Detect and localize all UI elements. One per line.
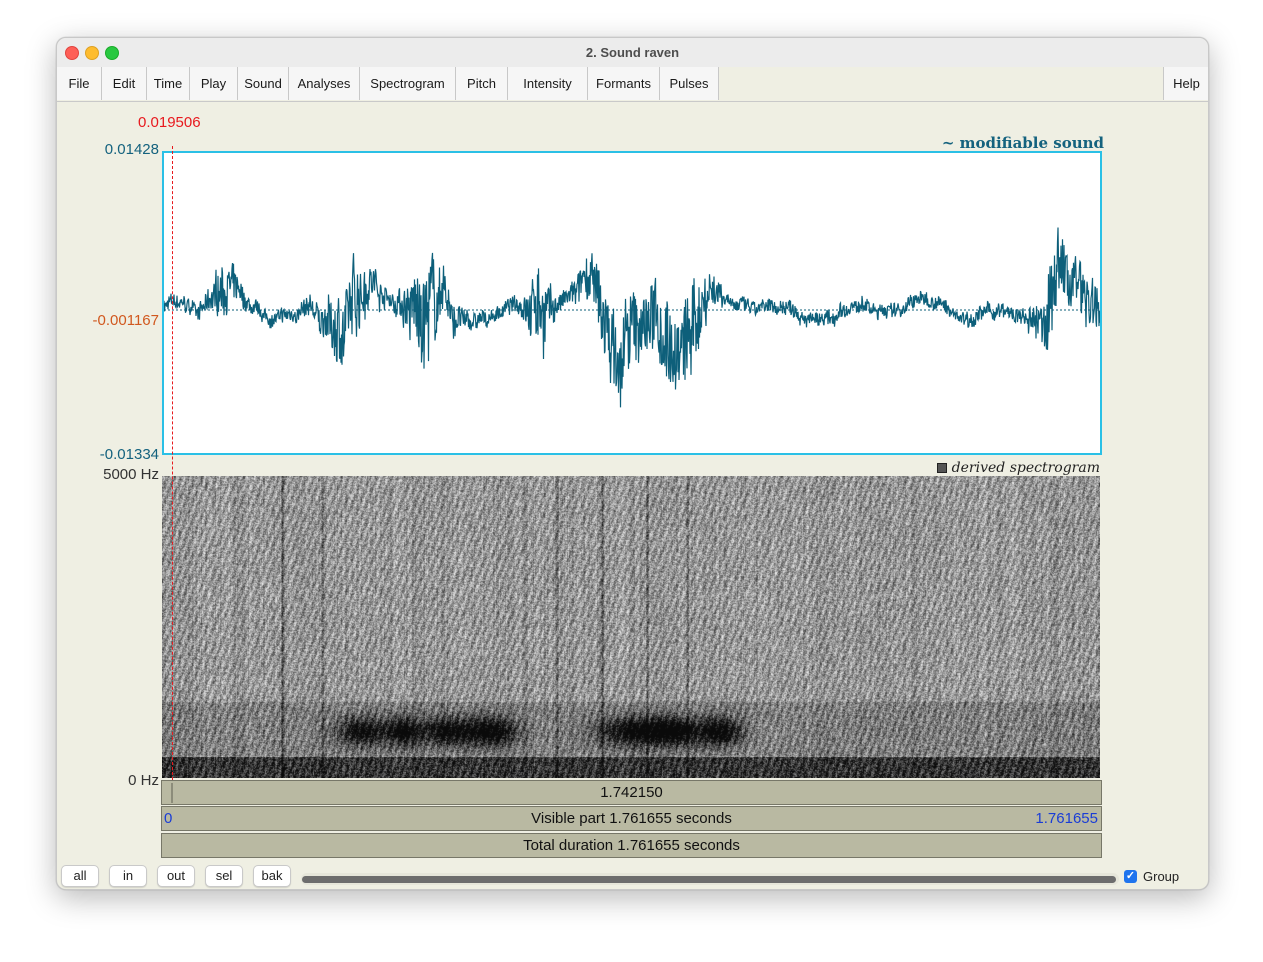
title-bar: 2. Sound raven bbox=[57, 38, 1208, 68]
menu-analyses[interactable]: Analyses bbox=[289, 67, 360, 100]
zoom-in-button[interactable]: in bbox=[109, 865, 147, 887]
zoom-back-button[interactable]: bak bbox=[253, 865, 291, 887]
cursor-time-label: 0.019506 bbox=[138, 114, 201, 131]
waveform-panel[interactable] bbox=[162, 151, 1102, 455]
visible-part-label: Visible part 1.761655 seconds bbox=[531, 810, 732, 827]
spectrogram-panel[interactable] bbox=[162, 476, 1100, 778]
horizontal-scrollbar[interactable] bbox=[301, 873, 1119, 885]
spectrogram-title: derived spectrogram bbox=[936, 460, 1100, 476]
menu-formants[interactable]: Formants bbox=[588, 67, 660, 100]
menu-pulses[interactable]: Pulses bbox=[660, 67, 719, 100]
menu-help[interactable]: Help bbox=[1163, 67, 1208, 100]
menu-sound[interactable]: Sound bbox=[238, 67, 289, 100]
menu-spectrogram[interactable]: Spectrogram bbox=[360, 67, 456, 100]
waveform-max-label: 0.01428 bbox=[104, 141, 159, 158]
visible-start: 0 bbox=[164, 810, 173, 827]
zoom-out-button[interactable]: out bbox=[157, 865, 195, 887]
waveform-title: ~ modifiable sound bbox=[941, 134, 1104, 152]
group-label: Group bbox=[1143, 869, 1180, 884]
spectrogram-min-freq: 0 Hz bbox=[128, 772, 159, 789]
menu-edit[interactable]: Edit bbox=[102, 67, 147, 100]
spectrogram-marker-icon bbox=[936, 463, 947, 473]
menu-bar: File Edit Time Play Sound Analyses Spect… bbox=[57, 67, 1208, 102]
scrollbar-thumb[interactable] bbox=[302, 876, 1116, 883]
waveform-min-label: -0.01334 bbox=[99, 446, 159, 463]
waveform-trace bbox=[164, 227, 1100, 408]
group-checkbox[interactable]: ✓ bbox=[1124, 870, 1137, 883]
menu-pitch[interactable]: Pitch bbox=[456, 67, 508, 100]
visible-end: 1.761655 bbox=[1035, 810, 1098, 827]
zoom-selection-button[interactable]: sel bbox=[205, 865, 243, 887]
total-duration-label: Total duration 1.761655 seconds bbox=[523, 837, 740, 854]
menu-intensity[interactable]: Intensity bbox=[508, 67, 588, 100]
visible-part-bar[interactable]: 0 Visible part 1.761655 seconds 1.761655 bbox=[161, 806, 1102, 831]
selection-duration: 1.742150 bbox=[600, 784, 663, 801]
selection-bar[interactable]: 1.742150 bbox=[161, 780, 1102, 805]
total-duration-bar[interactable]: Total duration 1.761655 seconds bbox=[161, 833, 1102, 858]
menu-file[interactable]: File bbox=[57, 67, 102, 100]
window-title: 2. Sound raven bbox=[585, 45, 680, 60]
zoom-all-button[interactable]: all bbox=[61, 865, 99, 887]
spectrogram-image bbox=[162, 476, 1100, 778]
cursor-line bbox=[172, 146, 173, 780]
menu-time[interactable]: Time bbox=[147, 67, 190, 100]
sound-editor-window: 2. Sound raven File Edit Time Play Sound… bbox=[56, 37, 1209, 890]
selection-tick bbox=[171, 783, 173, 803]
waveform-mid-label: -0.001167 bbox=[92, 312, 159, 329]
spectrogram-title-text: derived spectrogram bbox=[951, 460, 1100, 476]
spectrogram-max-freq: 5000 Hz bbox=[103, 466, 159, 483]
menu-play[interactable]: Play bbox=[190, 67, 238, 100]
waveform-line bbox=[164, 227, 1100, 408]
